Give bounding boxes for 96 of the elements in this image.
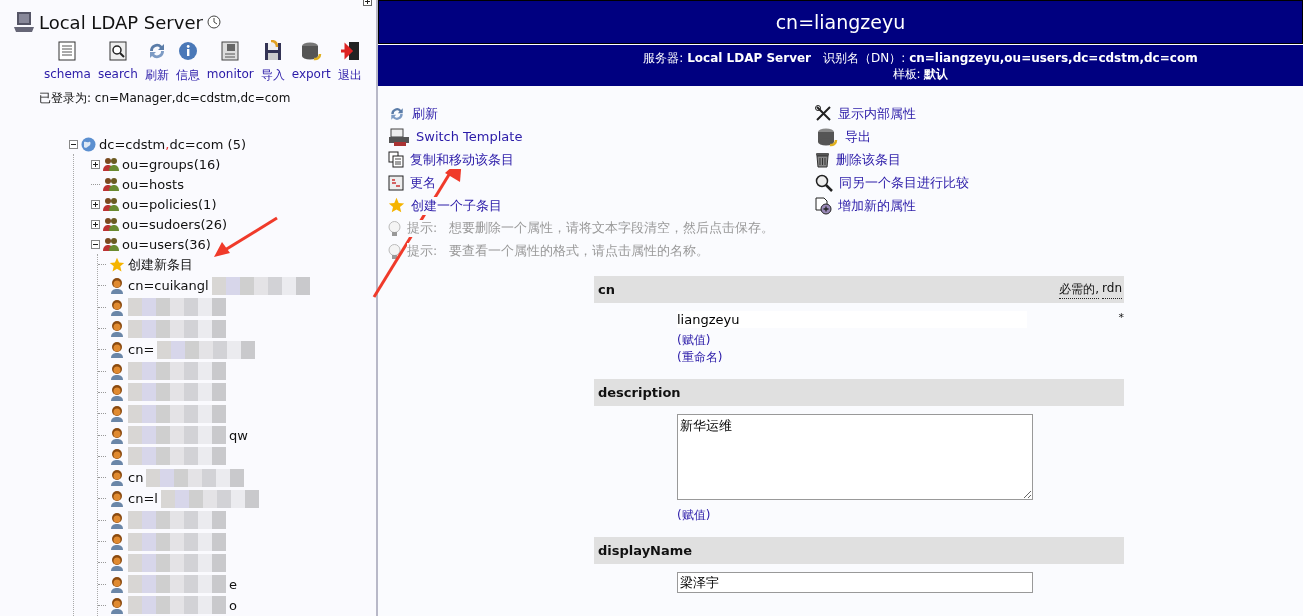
- database-icon: [300, 40, 323, 62]
- attribute-link[interactable]: (重命名): [677, 349, 1124, 366]
- toolbar-link[interactable]: 导入: [260, 40, 285, 84]
- required-marker: *: [1118, 311, 1124, 326]
- action-link[interactable]: 更名: [410, 173, 436, 192]
- person-icon: [109, 490, 125, 508]
- action-link[interactable]: 导出: [845, 127, 871, 146]
- copy-icon: [388, 151, 404, 168]
- action-link[interactable]: 同另一个条目进行比较: [839, 173, 969, 192]
- person-icon: [109, 469, 125, 487]
- dn-info: 识别名（DN）: cn=liangzeyu,ou=users,dc=cdstm,dc=com: [823, 51, 1198, 65]
- action-link[interactable]: 创建一个子条目: [411, 196, 502, 215]
- expand-icon[interactable]: [91, 199, 100, 209]
- collapse-icon[interactable]: [91, 239, 100, 249]
- attribute-flag: 必需的,: [1059, 280, 1100, 299]
- tree-item[interactable]: ou=groups(16): [122, 156, 221, 172]
- printer-icon: [388, 126, 410, 147]
- action-link[interactable]: 刷新: [412, 104, 438, 123]
- document-icon: [56, 40, 79, 62]
- value-field[interactable]: 梁泽宇: [677, 572, 1033, 593]
- person-icon: [109, 554, 125, 572]
- person-icon: [109, 362, 125, 380]
- light-bulb-icon: [388, 243, 401, 260]
- people-icon: [103, 196, 119, 212]
- person-icon: [109, 533, 125, 550]
- action-link[interactable]: 显示内部属性: [838, 104, 916, 123]
- toolbar-link[interactable]: 刷新: [144, 40, 169, 84]
- tree-item[interactable]: ou=sudoers(26): [122, 216, 228, 232]
- action-link[interactable]: 删除该条目: [836, 150, 901, 169]
- person-icon: [109, 298, 125, 316]
- tree-item[interactable]: dc=cdstm,dc=com (5): [99, 136, 246, 152]
- toolbar-link[interactable]: 信息: [175, 40, 200, 84]
- rename-icon: [388, 174, 404, 191]
- entry-title: cn=liangzeyu: [378, 0, 1303, 44]
- action-link[interactable]: 增加新的属性: [838, 196, 916, 215]
- globe-icon: [81, 136, 96, 152]
- attribute-name[interactable]: cn: [598, 282, 615, 297]
- tree-item[interactable]: o: [229, 597, 237, 613]
- person-icon: [109, 383, 125, 401]
- person-icon: [109, 320, 125, 338]
- logged-in-text: 已登录为: cn=Manager,dc=cdstm,dc=com: [38, 90, 292, 107]
- person-icon: [109, 277, 125, 295]
- tree-item[interactable]: cn=cuikangl: [128, 278, 209, 294]
- toolbar-link[interactable]: search: [97, 40, 138, 84]
- toolbar-link[interactable]: monitor: [206, 40, 254, 84]
- person-icon: [109, 575, 125, 593]
- tree-item[interactable]: e: [229, 576, 237, 592]
- tree-item[interactable]: ou=policies(1): [122, 196, 217, 212]
- people-icon: [103, 176, 119, 192]
- action-link[interactable]: Switch Template: [416, 129, 523, 144]
- add-document-icon: [815, 196, 832, 215]
- info-icon: [176, 40, 199, 62]
- toolbar-link[interactable]: export: [291, 40, 331, 84]
- star-icon: [388, 197, 405, 214]
- expand-icon[interactable]: [91, 159, 100, 169]
- toolbar-link[interactable]: schema: [44, 40, 91, 84]
- star-icon: [109, 256, 125, 273]
- search-icon: [815, 173, 833, 192]
- attribute-name[interactable]: displayName: [598, 543, 693, 558]
- server-title[interactable]: Local LDAP Server: [39, 11, 203, 33]
- person-icon: [109, 405, 125, 423]
- tree-item[interactable]: cn=: [128, 342, 155, 358]
- template-info: 样板: 默认: [892, 67, 949, 81]
- tree-item[interactable]: 创建新条目: [128, 255, 193, 274]
- tree-item[interactable]: cn: [128, 470, 144, 486]
- expand-icon[interactable]: [91, 219, 100, 229]
- people-icon: [103, 236, 119, 252]
- tree-item[interactable]: qw: [229, 427, 248, 443]
- search-icon: [106, 40, 129, 62]
- value-textarea[interactable]: 新华运维: [677, 414, 1033, 500]
- monitor-icon: [219, 40, 242, 62]
- attribute-name[interactable]: description: [598, 385, 681, 400]
- tree-item[interactable]: cn=l: [128, 491, 158, 507]
- tree-item[interactable]: ou=hosts: [122, 176, 184, 192]
- exit-door-icon: [338, 40, 361, 62]
- clock-icon: [206, 15, 221, 29]
- tree-item[interactable]: ou=users(36): [122, 236, 211, 252]
- person-icon: [109, 341, 125, 359]
- server-info: 服务器: Local LDAP Server: [643, 51, 812, 65]
- person-icon: [109, 426, 125, 444]
- action-link[interactable]: 复制和移动该条目: [410, 150, 514, 169]
- people-icon: [103, 156, 119, 172]
- person-icon: [109, 596, 125, 614]
- toolbar-link[interactable]: 退出: [337, 40, 362, 84]
- attribute-flag: rdn: [1102, 280, 1122, 299]
- light-bulb-icon: [388, 220, 401, 237]
- attribute-link[interactable]: (赋值): [677, 507, 1124, 524]
- person-icon: [109, 511, 125, 529]
- person-icon: [109, 447, 125, 465]
- value-field[interactable]: liangzeyu: [677, 311, 1027, 328]
- computer-icon: [13, 11, 35, 33]
- tools-icon: [815, 105, 832, 122]
- collapse-icon[interactable]: [69, 139, 78, 149]
- people-icon: [103, 216, 119, 232]
- trash-icon: [815, 151, 830, 168]
- attribute-link[interactable]: (赋值): [677, 332, 1124, 349]
